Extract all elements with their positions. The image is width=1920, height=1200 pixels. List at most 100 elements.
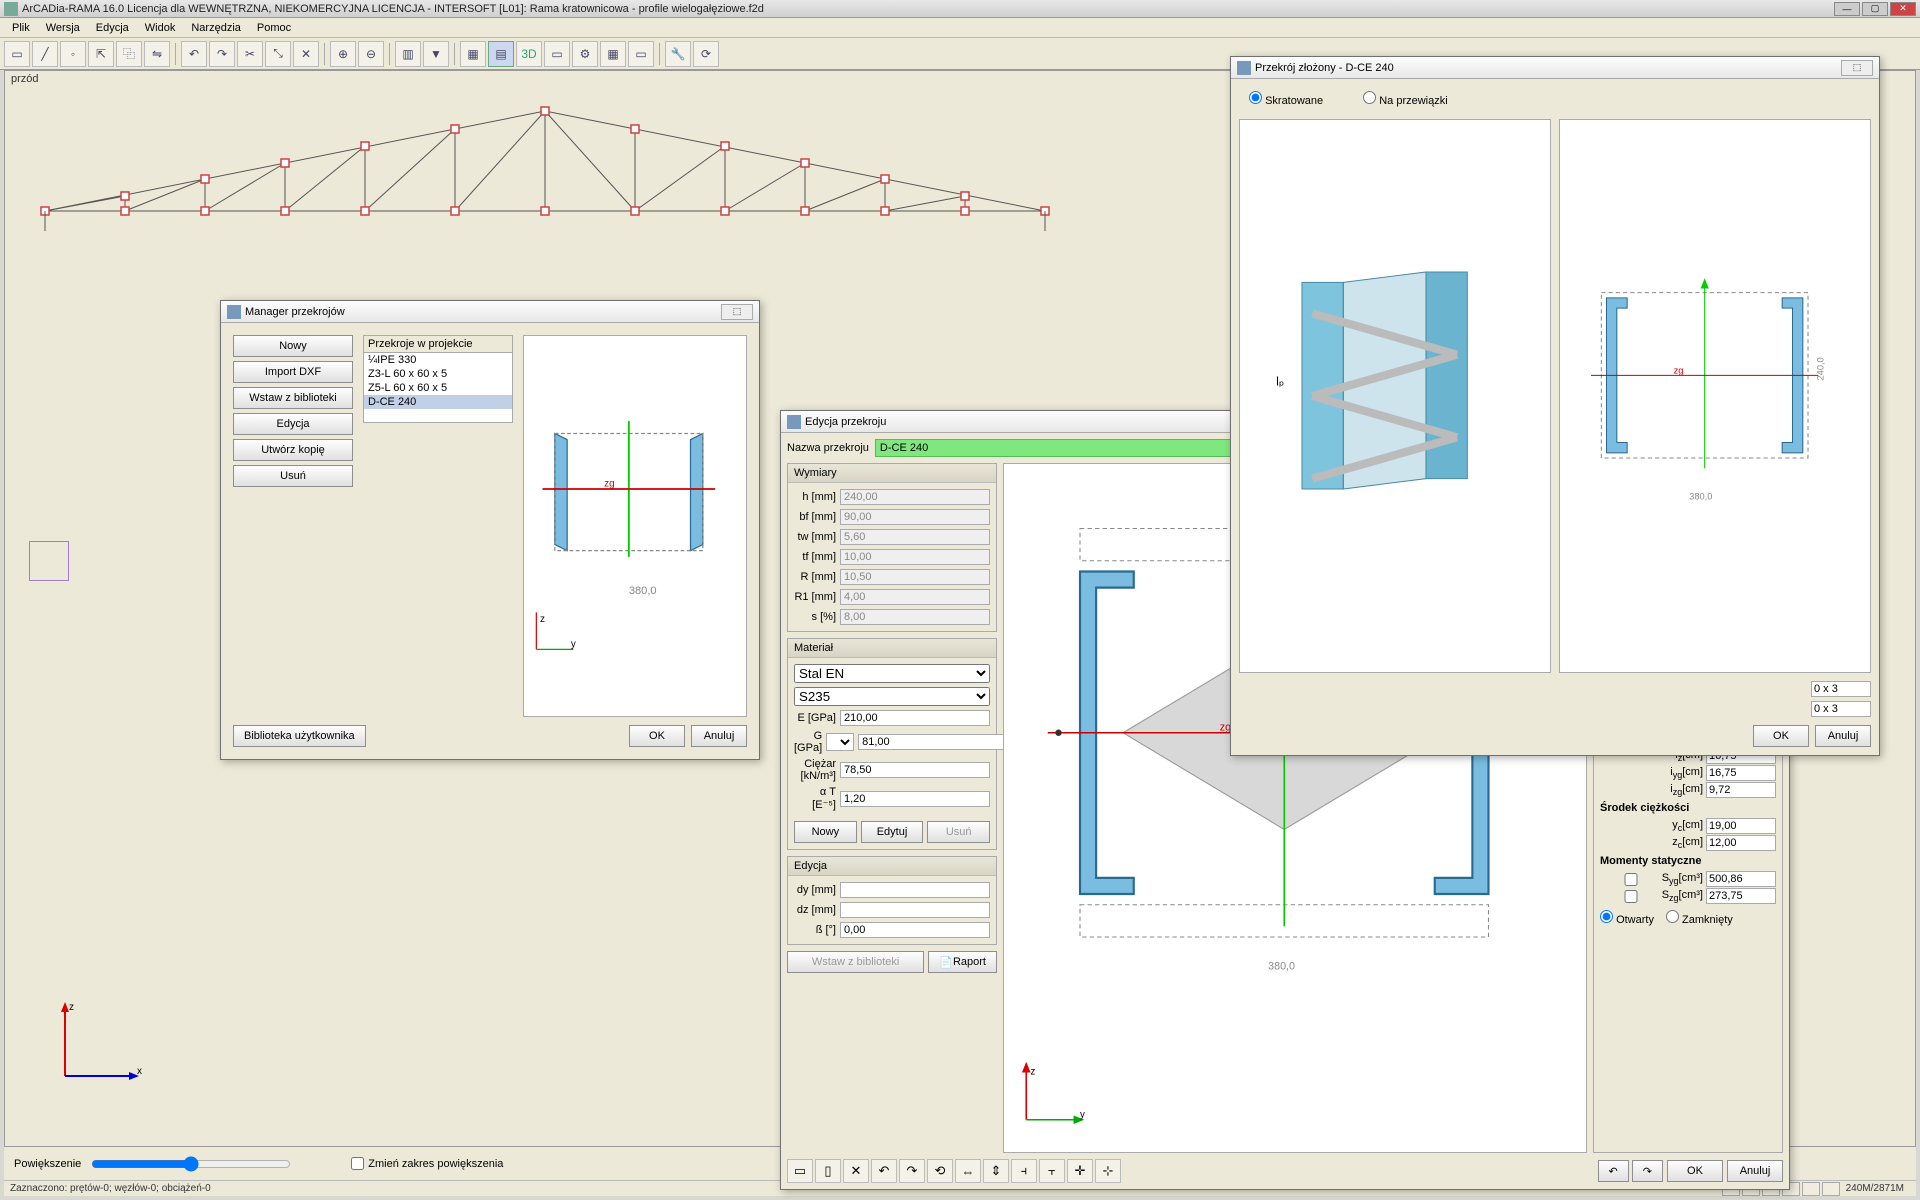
dialog-close-icon[interactable]: ⬚ (1841, 60, 1873, 76)
tool-delete[interactable]: ✕ (293, 41, 319, 67)
undo-button[interactable]: ↶ (1598, 1160, 1629, 1182)
report-button[interactable]: 📄 Raport (928, 951, 997, 973)
list-item[interactable]: Z3-L 60 x 60 x 5 (364, 367, 512, 381)
tool-zoomin[interactable]: ⊕ (330, 41, 356, 67)
tool-copy[interactable]: ⿻ (116, 41, 142, 67)
insert-library-button[interactable]: Wstaw z biblioteki (233, 387, 353, 409)
list-item[interactable]: Z5-L 60 x 60 x 5 (364, 381, 512, 395)
param-checkbox[interactable] (1600, 890, 1662, 903)
dim-input[interactable] (840, 489, 990, 505)
tool-line[interactable]: ╱ (32, 41, 58, 67)
menu-wersja[interactable]: Wersja (38, 20, 88, 36)
tool-flip-v-icon[interactable]: ⇕ (983, 1159, 1009, 1183)
new-button[interactable]: Nowy (233, 335, 353, 357)
param-value[interactable] (1706, 818, 1776, 834)
cancel-button[interactable]: Anuluj (1815, 725, 1871, 747)
tool-sheet[interactable]: ▭ (628, 41, 654, 67)
param-value[interactable] (1706, 835, 1776, 851)
tool-calc[interactable]: ▦ (600, 41, 626, 67)
e-input[interactable] (840, 710, 990, 726)
param-value[interactable] (1706, 888, 1776, 904)
mat-delete-button[interactable]: Usuń (927, 821, 990, 843)
param-value[interactable] (1706, 782, 1776, 798)
ok-button[interactable]: OK (629, 725, 685, 747)
tool-cut[interactable]: ✂ (237, 41, 263, 67)
tool-rotate-l-icon[interactable]: ↶ (871, 1159, 897, 1183)
param-value[interactable] (1706, 765, 1776, 781)
tool-3d[interactable]: 3D (516, 41, 542, 67)
tool-flip-h-icon[interactable]: ⇔ (955, 1159, 981, 1183)
tool-rect-icon[interactable]: ▭ (787, 1159, 813, 1183)
tool-zoomout[interactable]: ⊖ (358, 41, 384, 67)
tool-table[interactable]: ▤ (488, 41, 514, 67)
ok-button[interactable]: OK (1753, 725, 1809, 747)
alpha-input[interactable] (840, 791, 990, 807)
menu-widok[interactable]: Widok (137, 20, 184, 36)
param-checkbox[interactable] (1600, 873, 1662, 886)
tool-x-icon[interactable]: ✕ (843, 1159, 869, 1183)
dim-input[interactable] (840, 529, 990, 545)
status-icon-6[interactable] (1822, 1182, 1840, 1196)
tool-center-icon[interactable]: ✛ (1067, 1159, 1093, 1183)
tool-axis-icon[interactable]: ⊹ (1095, 1159, 1121, 1183)
dim-input[interactable] (840, 509, 990, 525)
under-input-2[interactable] (1811, 701, 1871, 717)
tool-rect2-icon[interactable]: ▯ (815, 1159, 841, 1183)
battened-radio[interactable] (1363, 91, 1376, 104)
dim-input[interactable] (840, 549, 990, 565)
redo-button[interactable]: ↷ (1632, 1160, 1663, 1182)
mat-new-button[interactable]: Nowy (794, 821, 857, 843)
tool-rotate-icon[interactable]: ⟲ (927, 1159, 953, 1183)
list-item[interactable]: ¼IPE 330 (364, 353, 512, 367)
mat-edit-button[interactable]: Edytuj (861, 821, 924, 843)
tool-member[interactable]: ⇱ (88, 41, 114, 67)
dim-input[interactable] (840, 882, 990, 898)
tool-bars[interactable]: ▥ (395, 41, 421, 67)
tool-settings1[interactable]: ⚙ (572, 41, 598, 67)
close-button[interactable]: ✕ (1890, 2, 1916, 16)
laced-radio[interactable] (1249, 91, 1262, 104)
tool-undo[interactable]: ↶ (181, 41, 207, 67)
copy-button[interactable]: Utwórz kopię (233, 439, 353, 461)
tool-select[interactable]: ▭ (4, 41, 30, 67)
dialog-close-icon[interactable]: ⬚ (721, 304, 753, 320)
import-dxf-button[interactable]: Import DXF (233, 361, 353, 383)
dim-input[interactable] (840, 902, 990, 918)
tool-report[interactable]: ▭ (544, 41, 570, 67)
dim-input[interactable] (840, 922, 990, 938)
menu-narzedzia[interactable]: Narzędzia (183, 20, 249, 36)
delete-button[interactable]: Usuń (233, 465, 353, 487)
section-list[interactable]: ¼IPE 330 Z3-L 60 x 60 x 5 Z5-L 60 x 60 x… (363, 353, 513, 423)
dim-input[interactable] (840, 569, 990, 585)
edit-button[interactable]: Edycja (233, 413, 353, 435)
tool-refresh[interactable]: ⟳ (693, 41, 719, 67)
param-value[interactable] (1706, 871, 1776, 887)
tool-grid[interactable]: ▦ (460, 41, 486, 67)
tool-dim2-icon[interactable]: ⫟ (1039, 1159, 1065, 1183)
tool-rotate-r-icon[interactable]: ↷ (899, 1159, 925, 1183)
weight-input[interactable] (840, 762, 990, 778)
material-standard-select[interactable]: Stal EN (794, 664, 990, 683)
tool-node[interactable]: ◦ (60, 41, 86, 67)
cancel-button[interactable]: Anuluj (691, 725, 747, 747)
material-grade-select[interactable]: S235 (794, 687, 990, 706)
g-unit[interactable]: ▾ (826, 733, 854, 751)
tool-filter[interactable]: ▼ (423, 41, 449, 67)
status-icon-5[interactable] (1802, 1182, 1820, 1196)
tool-redo[interactable]: ↷ (209, 41, 235, 67)
zoom-range-checkbox[interactable] (351, 1157, 364, 1170)
tool-wrench[interactable]: 🔧 (665, 41, 691, 67)
zoom-slider[interactable] (91, 1156, 291, 1172)
dim-input[interactable] (840, 609, 990, 625)
closed-radio[interactable] (1666, 910, 1679, 923)
g-input[interactable] (858, 734, 1008, 750)
menu-plik[interactable]: Plik (4, 20, 38, 36)
maximize-button[interactable]: ▢ (1862, 2, 1888, 16)
insert-lib-button[interactable]: Wstaw z biblioteki (787, 951, 924, 973)
tool-dim1-icon[interactable]: ⫞ (1011, 1159, 1037, 1183)
tool-mirror[interactable]: ⇋ (144, 41, 170, 67)
open-radio[interactable] (1600, 910, 1613, 923)
minimize-button[interactable]: — (1834, 2, 1860, 16)
tool-axis[interactable]: ⤡ (265, 41, 291, 67)
menu-edycja[interactable]: Edycja (88, 20, 137, 36)
